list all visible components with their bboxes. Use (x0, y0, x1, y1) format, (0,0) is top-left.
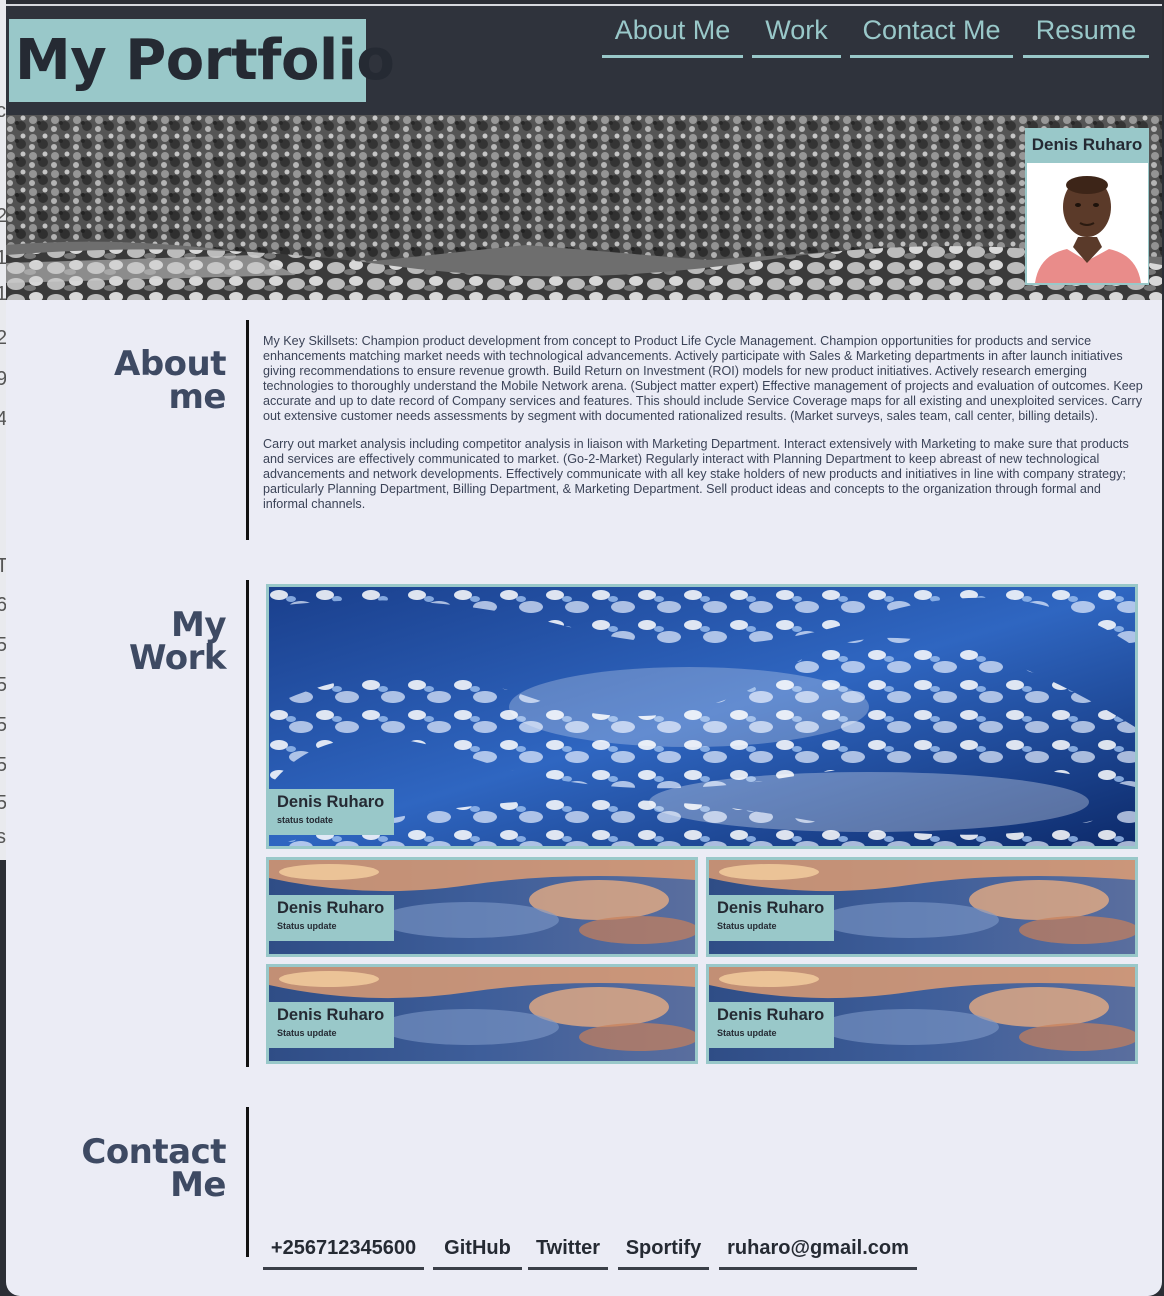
work-card-status: Status update (277, 921, 337, 931)
nav-link-resume[interactable]: Resume (1023, 10, 1149, 58)
work-card-label: Denis Ruharo Status update (269, 895, 394, 941)
sky-clouds-image (269, 587, 1135, 846)
about-paragraph-1: My Key Skillsets: Champion product devel… (263, 334, 1143, 423)
work-card-status: Status update (277, 1028, 337, 1038)
work-card-label: Denis Ruharo Status update (709, 895, 834, 941)
work-divider (246, 580, 249, 1067)
profile-card: Denis Ruharo (1025, 128, 1149, 285)
work-card[interactable]: Denis Ruharo Status update (706, 857, 1138, 957)
contact-link-sportify[interactable]: Sportify (618, 1226, 709, 1270)
portfolio-page: My Portfolio About Me Work Contact Me Re… (6, 4, 1162, 1296)
about-heading: About me (114, 347, 227, 417)
contact-link-phone[interactable]: +256712345600 (263, 1226, 424, 1270)
featured-card-status: status todate (277, 815, 334, 825)
profile-photo (1027, 163, 1148, 283)
profile-avatar-image (1027, 163, 1148, 283)
contact-link-twitter[interactable]: Twitter (528, 1226, 608, 1270)
profile-name: Denis Ruharo (1031, 135, 1143, 154)
work-card-featured[interactable]: Denis Ruharo status todate (266, 584, 1138, 849)
work-card[interactable]: Denis Ruharo Status update (266, 964, 698, 1064)
about-text: My Key Skillsets: Champion product devel… (263, 334, 1143, 525)
contact-link-github[interactable]: GitHub (433, 1226, 522, 1270)
contact-divider (246, 1107, 249, 1257)
work-card[interactable]: Denis Ruharo Status update (266, 857, 698, 957)
nav-link-about[interactable]: About Me (602, 10, 743, 58)
work-card-status: Status update (717, 921, 777, 931)
featured-card-name: Denis Ruharo (277, 793, 385, 811)
featured-card-label: Denis Ruharo status todate (269, 789, 394, 835)
work-card-name: Denis Ruharo (277, 899, 385, 917)
hero-landscape-image (6, 115, 1162, 300)
work-card-label: Denis Ruharo Status update (269, 1002, 394, 1048)
work-heading-line2: Work (128, 638, 227, 678)
contact-link-email[interactable]: ruharo@gmail.com (719, 1226, 917, 1270)
about-paragraph-2: Carry out market analysis including comp… (263, 437, 1129, 511)
work-card-name: Denis Ruharo (717, 1006, 825, 1024)
site-header: My Portfolio About Me Work Contact Me Re… (6, 6, 1162, 115)
work-card-label: Denis Ruharo Status update (709, 1002, 834, 1048)
about-divider (246, 320, 249, 540)
work-card[interactable]: Denis Ruharo Status update (706, 964, 1138, 1064)
work-card-status: Status update (717, 1028, 777, 1038)
work-card-name: Denis Ruharo (717, 899, 825, 917)
hero-banner (6, 115, 1162, 300)
contact-heading-line2: Me (170, 1165, 226, 1205)
work-heading: My Work (128, 608, 227, 678)
site-logo[interactable]: My Portfolio (9, 19, 395, 102)
work-card-name: Denis Ruharo (277, 1006, 385, 1024)
nav-link-work[interactable]: Work (752, 10, 841, 58)
contact-heading: Contact Me (81, 1135, 226, 1205)
nav-link-contact[interactable]: Contact Me (850, 10, 1013, 58)
about-heading-line2: me (168, 377, 227, 417)
